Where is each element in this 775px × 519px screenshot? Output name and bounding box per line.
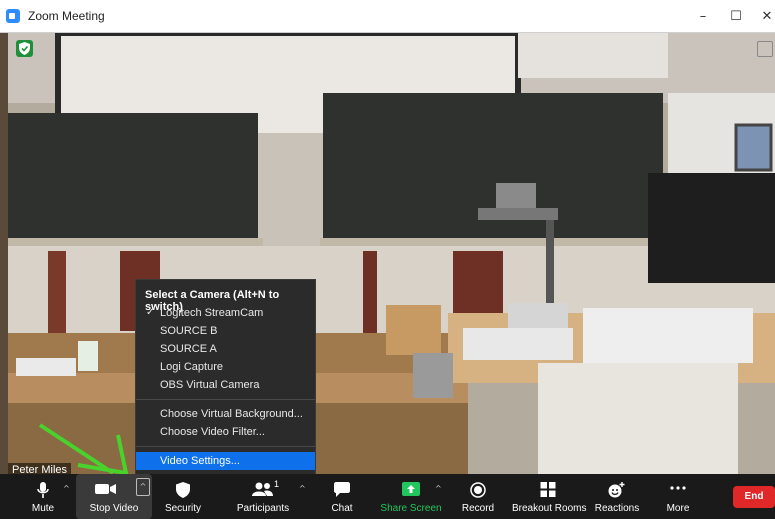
breakout-rooms-label: Breakout Rooms bbox=[512, 503, 587, 514]
stop-video-label: Stop Video bbox=[89, 503, 139, 514]
camera-option-label: SOURCE A bbox=[160, 343, 217, 355]
camera-option-obs-virtual-camera[interactable]: OBS Virtual Camera bbox=[136, 376, 315, 394]
minimize-button[interactable]: – bbox=[693, 8, 713, 26]
menu-item-label: Choose Video Filter... bbox=[160, 426, 265, 438]
camera-option-source-b[interactable]: SOURCE B bbox=[136, 322, 315, 340]
camera-menu: Select a Camera (Alt+N to switch) ✓ Logi… bbox=[135, 279, 316, 475]
reactions-icon bbox=[608, 482, 625, 498]
video-feed bbox=[8, 33, 775, 474]
zoom-app-icon bbox=[6, 9, 20, 23]
share-screen-icon bbox=[402, 482, 420, 496]
choose-video-filter-item[interactable]: Choose Video Filter... bbox=[136, 423, 315, 441]
participants-label: Participants bbox=[236, 503, 290, 514]
camera-option-label: OBS Virtual Camera bbox=[160, 379, 260, 391]
participants-chevron-icon[interactable]: ^ bbox=[299, 484, 306, 493]
audio-options-chevron-icon[interactable]: ^ bbox=[63, 484, 70, 493]
maximize-button[interactable]: ☐ bbox=[726, 8, 746, 26]
window-title: Zoom Meeting bbox=[28, 9, 105, 23]
video-camera-icon bbox=[95, 484, 117, 494]
camera-option-label: Logitech StreamCam bbox=[160, 307, 264, 319]
share-screen-button[interactable]: Share Screen bbox=[378, 474, 444, 519]
title-bar: Zoom Meeting – ☐ ✕ bbox=[0, 0, 775, 33]
share-options-chevron-icon[interactable]: ^ bbox=[435, 484, 442, 493]
checkmark-icon: ✓ bbox=[146, 307, 155, 318]
security-button[interactable]: Security bbox=[158, 474, 208, 519]
fullscreen-icon[interactable] bbox=[757, 41, 773, 57]
participants-button[interactable]: 1 Participants bbox=[230, 474, 296, 519]
chat-label: Chat bbox=[331, 503, 353, 514]
choose-virtual-background-item[interactable]: Choose Virtual Background... bbox=[136, 405, 315, 423]
camera-option-logitech-streamcam[interactable]: ✓ Logitech StreamCam bbox=[136, 304, 315, 322]
camera-option-label: SOURCE B bbox=[160, 325, 218, 337]
camera-option-logi-capture[interactable]: Logi Capture bbox=[136, 358, 315, 376]
reactions-button[interactable]: Reactions bbox=[594, 474, 640, 519]
reactions-label: Reactions bbox=[594, 503, 640, 514]
breakout-rooms-icon bbox=[540, 482, 556, 497]
record-button[interactable]: Record bbox=[458, 474, 498, 519]
mute-label: Mute bbox=[31, 503, 55, 514]
end-meeting-button[interactable]: End bbox=[733, 486, 775, 508]
shield-icon bbox=[176, 482, 190, 498]
menu-item-label: Choose Virtual Background... bbox=[160, 408, 303, 420]
camera-option-source-a[interactable]: SOURCE A bbox=[136, 340, 315, 358]
breakout-rooms-button[interactable]: Breakout Rooms bbox=[512, 474, 587, 519]
classroom-scene bbox=[8, 33, 775, 474]
microphone-icon bbox=[37, 482, 49, 498]
menu-divider bbox=[136, 446, 315, 447]
record-label: Record bbox=[461, 503, 495, 514]
close-button[interactable]: ✕ bbox=[757, 8, 775, 26]
participants-count: 1 bbox=[274, 479, 280, 489]
video-settings-item[interactable]: Video Settings... bbox=[136, 452, 315, 470]
more-label: More bbox=[666, 503, 690, 514]
menu-divider bbox=[136, 399, 315, 400]
share-screen-label: Share Screen bbox=[380, 503, 442, 514]
more-button[interactable]: More bbox=[660, 474, 696, 519]
chat-icon bbox=[334, 482, 350, 497]
camera-option-label: Logi Capture bbox=[160, 361, 223, 373]
participants-icon bbox=[252, 482, 273, 496]
security-label: Security bbox=[164, 503, 202, 514]
mute-button[interactable]: Mute bbox=[20, 474, 66, 519]
video-options-chevron-icon[interactable]: ^ bbox=[136, 478, 150, 496]
chat-button[interactable]: Chat bbox=[324, 474, 360, 519]
security-shield-icon[interactable] bbox=[16, 40, 33, 57]
more-dots-icon bbox=[670, 486, 686, 490]
meeting-toolbar: Mute ^ Stop Video ^ Security 1 Participa… bbox=[0, 474, 775, 519]
menu-item-label: Video Settings... bbox=[160, 455, 240, 467]
record-icon bbox=[470, 482, 486, 498]
